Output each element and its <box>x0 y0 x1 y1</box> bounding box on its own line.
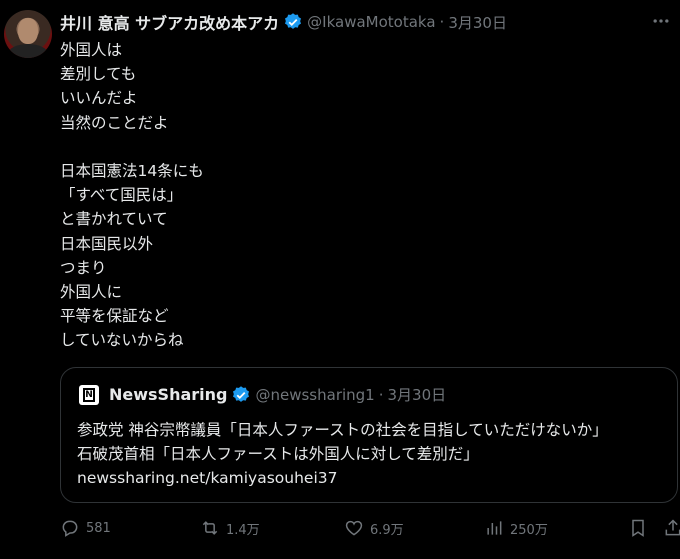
more-options-icon[interactable] <box>650 10 672 32</box>
tweet-line: 「すべて国民は」 <box>60 186 183 205</box>
heart-icon <box>345 520 363 536</box>
tweet-header: 井川 意高 サブアカ改め本アカ @IkawaMototaka · 3月30日 <box>60 10 507 34</box>
quoted-tweet-date: 3月30日 <box>387 386 447 404</box>
avatar-shirt <box>8 44 48 58</box>
bar-chart-icon <box>487 521 502 535</box>
retweet-icon <box>202 521 218 535</box>
quoted-tweet-text: 参政党 神谷宗幣議員「日本人ファーストの社会を目指していただけないか」 石破茂首… <box>77 418 667 490</box>
verified-badge-icon <box>285 13 302 29</box>
author-avatar[interactable] <box>4 10 52 58</box>
newssharing-logo-icon: N <box>79 384 99 405</box>
bookmark-button[interactable] <box>628 518 654 538</box>
quoted-author-handle: @newssharing1 <box>255 385 375 404</box>
quoted-link[interactable]: newssharing.net/kamiyasouhei37 <box>77 466 667 490</box>
separator-dot: · <box>378 385 384 404</box>
tweet-line: つまり <box>60 258 107 277</box>
tweet-actions-bar: 581 1.4万 6.9万 250万 <box>60 518 680 546</box>
tweet-line: 日本国憲法14条にも <box>60 161 204 180</box>
separator-dot: · <box>439 13 445 31</box>
reply-count: 581 <box>86 520 111 536</box>
like-button[interactable]: 6.9万 <box>344 518 404 538</box>
quoted-line: 参政党 神谷宗幣議員「日本人ファーストの社会を目指していただけないか」 <box>77 421 608 439</box>
tweet-line: 差別しても <box>60 65 137 84</box>
verified-badge-icon <box>233 385 250 402</box>
avatar-face <box>18 18 38 44</box>
bookmark-icon <box>632 519 644 537</box>
tweet-line: 外国人は <box>60 41 123 59</box>
quoted-tweet-header: N NewsSharing @newssharing1 · 3月30日 <box>79 384 446 405</box>
share-icon <box>665 519 680 536</box>
retweet-count: 1.4万 <box>226 522 260 538</box>
quoted-author-name: NewsSharing <box>109 385 228 404</box>
share-button[interactable] <box>663 518 680 538</box>
quoted-line: 石破茂首相「日本人ファーストは外国人に対して差別だ」 <box>77 445 479 463</box>
views-button[interactable]: 250万 <box>484 518 548 538</box>
author-handle[interactable]: @IkawaMototaka <box>307 13 435 31</box>
retweet-button[interactable]: 1.4万 <box>200 518 260 538</box>
reply-button[interactable]: 581 <box>60 518 111 538</box>
tweet-line: いいんだよ <box>60 89 138 108</box>
view-count: 250万 <box>510 522 548 538</box>
like-count: 6.9万 <box>370 522 404 538</box>
tweet-date[interactable]: 3月30日 <box>448 12 507 33</box>
tweet-line: と書かれていて <box>60 210 168 229</box>
tweet-line: 日本国民以外 <box>60 234 154 253</box>
author-name[interactable]: 井川 意高 サブアカ改め本アカ <box>60 10 279 34</box>
tweet-body: 外国人は 差別しても いいんだよ 当然のことだよ 日本国憲法14条にも 「すべて… <box>60 38 660 352</box>
quoted-tweet-card[interactable]: N NewsSharing @newssharing1 · 3月30日 参政党 … <box>60 367 678 503</box>
reply-icon <box>62 520 78 537</box>
tweet-line: 平等を保証など <box>60 307 169 326</box>
tweet-line: 外国人に <box>60 282 123 301</box>
tweet-line: していないからね <box>60 331 184 350</box>
tweet-line: 当然のことだよ <box>60 113 169 132</box>
